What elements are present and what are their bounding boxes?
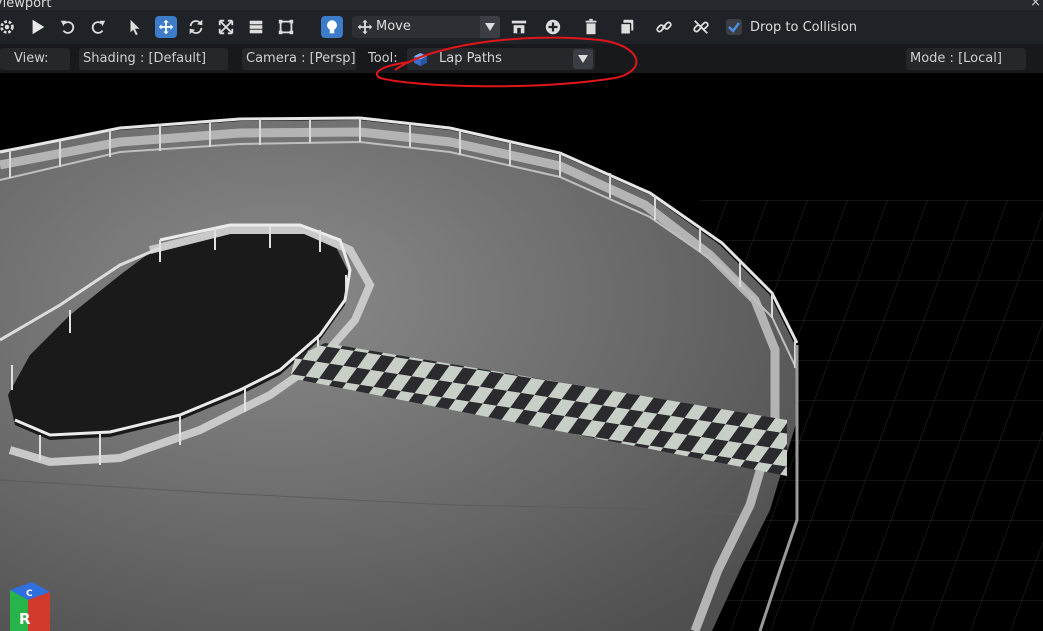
redo-icon[interactable] [87, 16, 109, 38]
snap-icon[interactable] [245, 16, 267, 38]
transform-mode-value: Move [376, 19, 411, 34]
move-icon[interactable] [155, 16, 177, 38]
duplicate-icon[interactable] [616, 16, 638, 38]
mode-menu[interactable]: Mode : [Local] [906, 48, 1026, 70]
unlink-icon[interactable] [690, 16, 712, 38]
tool-label: Tool: [368, 51, 398, 66]
move-icon [357, 19, 373, 35]
chevron-down-icon[interactable] [480, 16, 500, 38]
drop-to-collision-label: Drop to Collision [750, 20, 858, 35]
toolbar: Move Drop to Collision [0, 10, 1043, 44]
play-icon[interactable] [27, 16, 49, 38]
close-icon[interactable]: × [1030, 0, 1041, 10]
checkmark-icon [728, 22, 740, 33]
viewport-canvas[interactable] [0, 73, 1043, 631]
add-icon[interactable] [542, 16, 564, 38]
tool-value: Lap Paths [439, 51, 502, 66]
bounds-icon[interactable] [275, 16, 297, 38]
tool-select[interactable]: Lap Paths [407, 48, 595, 70]
cube-icon [413, 52, 428, 67]
orientation-gizmo[interactable]: R C [4, 580, 54, 631]
delete-icon[interactable] [580, 16, 602, 38]
viewport-title-bar: Viewport × [0, 0, 1043, 11]
camera-menu[interactable]: Camera : [Persp] [242, 48, 356, 70]
undo-icon[interactable] [57, 16, 79, 38]
spawn-icon[interactable] [508, 16, 530, 38]
gizmo-axis-label: R [19, 610, 31, 628]
shading-menu[interactable]: Shading : [Default] [79, 48, 228, 70]
select-cursor-icon[interactable] [124, 16, 146, 38]
scale-icon[interactable] [215, 16, 237, 38]
chevron-down-icon[interactable] [573, 49, 593, 69]
lightbulb-icon[interactable] [321, 16, 343, 38]
transform-mode-select[interactable]: Move [352, 16, 500, 38]
rotate-icon[interactable] [185, 16, 207, 38]
viewport-options-bar: View: Shading : [Default] Camera : [Pers… [0, 44, 1043, 73]
view-menu[interactable]: View: [0, 48, 70, 70]
gear-icon[interactable] [0, 16, 18, 38]
gizmo-axis-label-top: C [26, 589, 33, 599]
drop-to-collision-checkbox[interactable] [726, 19, 742, 35]
link-icon[interactable] [653, 16, 675, 38]
